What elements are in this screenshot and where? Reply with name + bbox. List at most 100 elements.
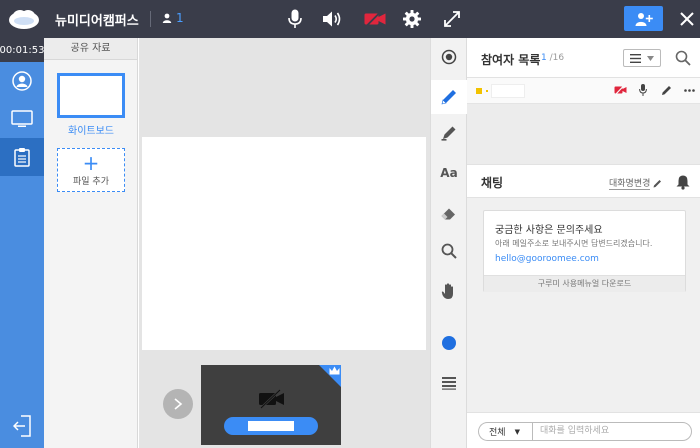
whiteboard-thumbnail[interactable] (57, 73, 125, 118)
exit-button[interactable] (0, 404, 44, 448)
top-bar: 뉴미디어캠퍼스 1 (0, 0, 700, 38)
person-icon (162, 13, 172, 23)
pointer-tool[interactable] (431, 40, 467, 74)
caret-down-icon: ▼ (514, 427, 520, 436)
eraser-tool[interactable] (431, 196, 467, 230)
search-icon (441, 243, 457, 259)
line-width-icon (442, 377, 456, 390)
participant-list (467, 78, 700, 164)
participant-more-button[interactable] (682, 83, 696, 97)
settings-button[interactable] (400, 7, 424, 31)
participants-current: 1 (541, 53, 547, 63)
nav-screen-share[interactable] (0, 100, 44, 138)
camera-toggle-button[interactable] (362, 7, 388, 31)
chat-input-bar: 전체 ▼ 대화를 입력하세요 (467, 412, 700, 448)
pencil-icon (441, 90, 456, 105)
next-page-button[interactable] (163, 389, 193, 419)
exit-icon (13, 415, 31, 437)
close-button[interactable] (676, 8, 698, 30)
divider (150, 11, 151, 27)
speaker-button[interactable] (320, 7, 344, 31)
chat-header: 채팅 대화명변경 (467, 164, 700, 198)
session-timer: 00:01:53 (0, 38, 44, 62)
participant-camera-button[interactable] (613, 83, 627, 97)
chat-title: 채팅 (481, 176, 504, 190)
participant-row[interactable] (467, 78, 700, 104)
nav-profile[interactable] (0, 62, 44, 100)
support-email-link[interactable]: hello@gooroomee.com (495, 254, 599, 264)
chat-message-input[interactable]: 대화를 입력하세요 (532, 422, 692, 441)
drawing-toolbar: Aa (430, 38, 467, 448)
microphone-icon (288, 9, 302, 28)
participant-mic-button[interactable] (636, 83, 650, 97)
manual-download-button[interactable]: 구루미 사용메뉴얼 다운로드 (484, 275, 685, 292)
search-icon[interactable] (674, 49, 692, 67)
caret-down-icon (647, 55, 654, 61)
participants-count: 1 /16 (541, 53, 564, 63)
text-tool[interactable]: Aa (431, 156, 467, 190)
participant-name-tag (224, 417, 318, 435)
list-view-dropdown[interactable] (623, 49, 661, 67)
list-icon (630, 53, 641, 63)
expand-icon (444, 11, 460, 27)
highlighter-tool[interactable] (431, 116, 467, 150)
whiteboard-label[interactable]: 화이트보드 (44, 122, 138, 137)
pen-tool[interactable] (431, 80, 467, 114)
monitor-icon (11, 110, 33, 127)
rename-label: 대화명변경 (609, 176, 651, 190)
microphone-icon (639, 84, 647, 96)
cloud-logo-icon (9, 10, 39, 29)
color-swatch-icon (442, 336, 456, 350)
app-title: 뉴미디어캠퍼스 (55, 14, 139, 29)
canvas-area (139, 38, 430, 448)
chevron-right-icon (174, 398, 183, 410)
participant-count: 1 (176, 11, 184, 25)
participant-name-field (248, 421, 294, 431)
target-icon (441, 49, 457, 65)
nav-materials[interactable] (0, 138, 44, 176)
add-user-icon (635, 12, 653, 26)
rename-button[interactable]: 대화명변경 (609, 176, 662, 190)
participants-header: 참여자 목록 1 /16 (467, 38, 700, 78)
status-dot (486, 90, 488, 92)
whiteboard-canvas[interactable] (142, 137, 426, 350)
color-picker[interactable] (431, 326, 467, 360)
fullscreen-button[interactable] (440, 7, 464, 31)
participant-draw-permission[interactable] (659, 83, 673, 97)
support-notice-card: 궁금한 사항은 문의주세요 아래 메일주소로 보내주시면 답변드리겠습니다. h… (483, 210, 686, 292)
camera-off-icon (614, 85, 626, 95)
crown-icon (329, 366, 340, 375)
eraser-icon (441, 208, 455, 220)
chat-messages: 궁금한 사항은 문의주세요 아래 메일주소로 보내주시면 답변드리겠습니다. h… (467, 198, 700, 412)
host-marker (476, 88, 482, 94)
pan-tool[interactable] (431, 274, 467, 308)
participant-counter[interactable]: 1 (162, 11, 184, 25)
participant-name (491, 84, 525, 98)
notice-subtitle: 아래 메일주소로 보내주시면 답변드리겠습니다. (495, 239, 653, 248)
close-icon (680, 12, 694, 26)
chat-scope-value: 전체 (489, 428, 506, 438)
participants-title: 참여자 목록 (481, 53, 541, 67)
chat-scope-select[interactable]: 전체 ▼ (478, 422, 532, 441)
invite-user-button[interactable] (624, 6, 663, 31)
zoom-tool[interactable] (431, 234, 467, 268)
video-tile[interactable] (201, 365, 341, 445)
add-file-label: 파일 추가 (73, 176, 109, 187)
speaker-icon (323, 11, 341, 27)
hand-icon (441, 283, 453, 299)
text-tool-label: Aa (440, 166, 458, 180)
pencil-icon (661, 85, 671, 95)
bell-icon[interactable] (675, 174, 691, 190)
participants-total: /16 (549, 53, 565, 63)
right-panel: 참여자 목록 1 /16 채팅 대화명변경 궁금한 사항은 문의주세요 아래 메… (467, 38, 700, 448)
marker-icon (441, 126, 456, 141)
microphone-button[interactable] (283, 7, 307, 31)
stroke-width-tool[interactable] (431, 366, 467, 400)
pencil-icon (653, 179, 662, 187)
gear-icon (403, 10, 421, 28)
more-icon (683, 88, 695, 92)
add-file-button[interactable]: + 파일 추가 (57, 148, 125, 192)
materials-header: 공유 자료 (44, 38, 137, 60)
clipboard-icon (14, 148, 30, 167)
shared-materials-panel: 공유 자료 화이트보드 + 파일 추가 (44, 38, 138, 448)
